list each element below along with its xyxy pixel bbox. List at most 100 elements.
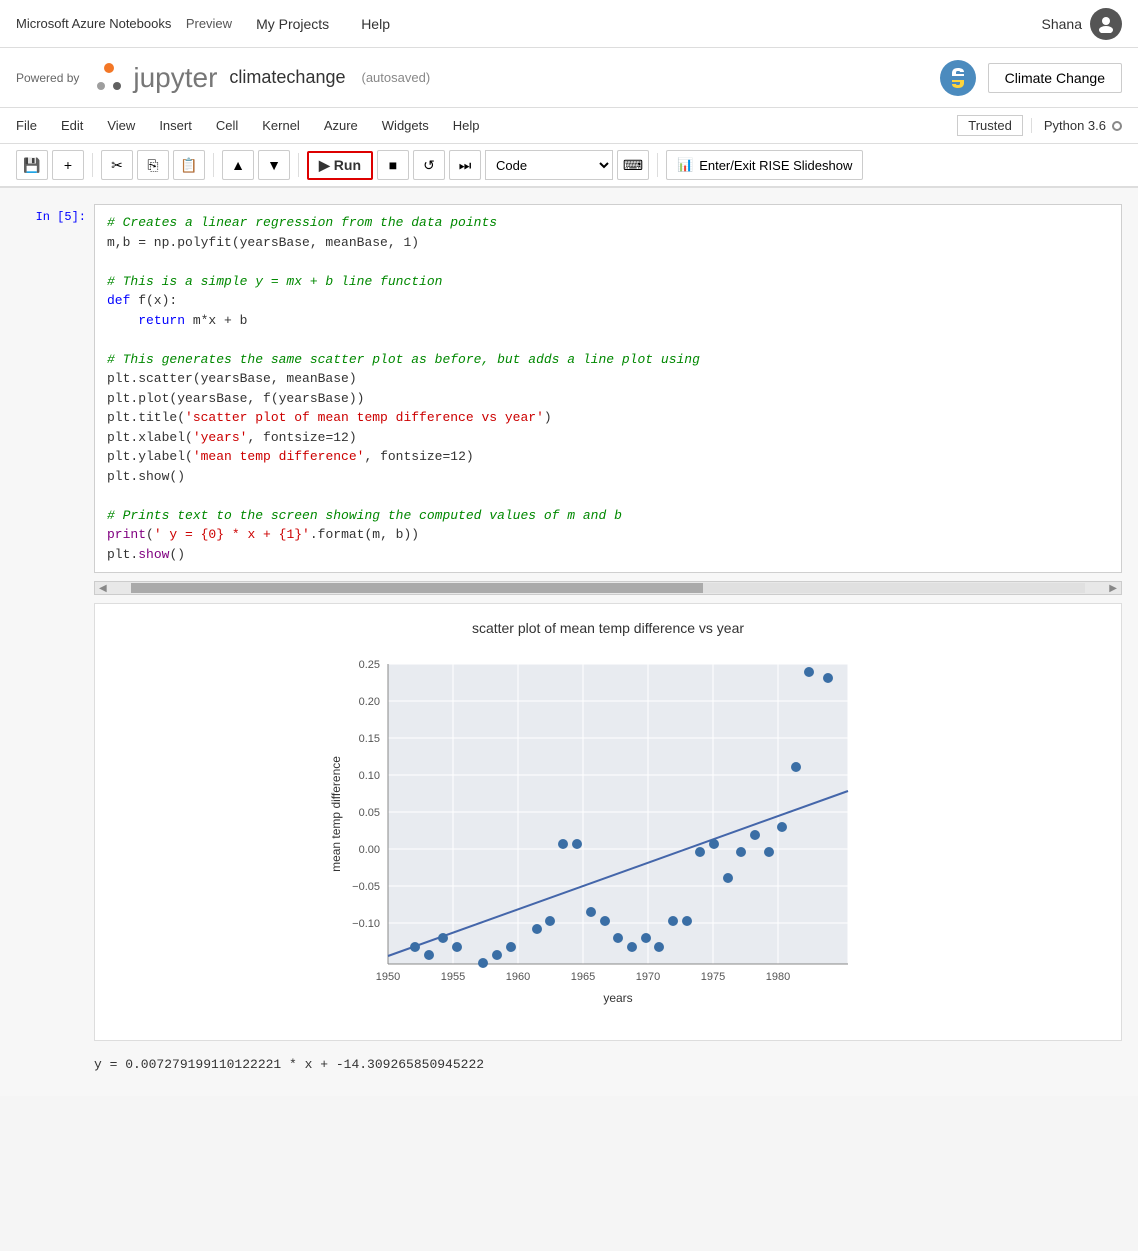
- help-link[interactable]: Help: [361, 16, 390, 32]
- plot-title: scatter plot of mean temp difference vs …: [472, 620, 744, 636]
- code-line-13: plt.ylabel('mean temp difference', fonts…: [107, 447, 1109, 467]
- code-line-7: [107, 330, 1109, 350]
- menu-view[interactable]: View: [107, 118, 135, 133]
- svg-text:0.20: 0.20: [359, 696, 380, 708]
- svg-text:−0.05: −0.05: [352, 881, 380, 893]
- bar-chart-icon: 📊: [677, 157, 693, 173]
- svg-text:0.10: 0.10: [359, 770, 380, 782]
- code-line-18: plt.show(): [107, 545, 1109, 565]
- python-version: Python 3.6: [1031, 118, 1122, 133]
- svg-text:1970: 1970: [636, 971, 660, 983]
- user-section: Shana: [1042, 8, 1122, 40]
- horizontal-scrollbar[interactable]: ◀ ▶: [94, 581, 1122, 595]
- svg-text:−0.10: −0.10: [352, 918, 380, 930]
- plot-output: scatter plot of mean temp difference vs …: [94, 603, 1122, 1041]
- notebook-content: In [5]: # Creates a linear regression fr…: [0, 188, 1138, 1096]
- svg-text:1955: 1955: [441, 971, 465, 983]
- menu-widgets[interactable]: Widgets: [382, 118, 429, 133]
- code-line-3: [107, 252, 1109, 272]
- code-line-5: def f(x):: [107, 291, 1109, 311]
- jupyter-text: jupyter: [133, 62, 217, 94]
- code-line-14: plt.show(): [107, 467, 1109, 487]
- top-nav-links: My Projects Help: [256, 16, 1041, 32]
- svg-text:1960: 1960: [506, 971, 530, 983]
- rise-slideshow-button[interactable]: 📊 Enter/Exit RISE Slideshow: [666, 150, 863, 180]
- svg-text:0.05: 0.05: [359, 807, 380, 819]
- scrollbar-track[interactable]: [131, 583, 1086, 593]
- save-button[interactable]: 💾: [16, 150, 48, 180]
- scroll-right-arrow[interactable]: ▶: [1105, 583, 1121, 594]
- jupyter-icon: [91, 60, 127, 96]
- menu-kernel[interactable]: Kernel: [262, 118, 300, 133]
- scrollbar-thumb[interactable]: [131, 583, 704, 593]
- menu-cell[interactable]: Cell: [216, 118, 238, 133]
- code-line-15: [107, 486, 1109, 506]
- code-line-4: # This is a simple y = mx + b line funct…: [107, 272, 1109, 292]
- svg-text:0.15: 0.15: [359, 733, 380, 745]
- output-text: y = 0.007279199110122221 * x + -14.30926…: [94, 1049, 1122, 1080]
- code-line-17: print(' y = {0} * x + {1}'.format(m, b)): [107, 525, 1109, 545]
- code-line-11: plt.title('scatter plot of mean temp dif…: [107, 408, 1109, 428]
- scroll-left-arrow[interactable]: ◀: [95, 583, 111, 594]
- add-cell-button[interactable]: +: [52, 150, 84, 180]
- code-line-2: m,b = np.polyfit(yearsBase, meanBase, 1): [107, 233, 1109, 253]
- move-down-button[interactable]: ▼: [258, 150, 290, 180]
- move-up-button[interactable]: ▲: [222, 150, 254, 180]
- code-cell[interactable]: # Creates a linear regression from the d…: [94, 204, 1122, 573]
- svg-text:mean temp difference: mean temp difference: [329, 756, 343, 872]
- code-line-9: plt.scatter(yearsBase, meanBase): [107, 369, 1109, 389]
- svg-text:1950: 1950: [376, 971, 400, 983]
- cut-button[interactable]: ✂: [101, 150, 133, 180]
- python-logo: [940, 60, 976, 96]
- restart-button[interactable]: ↺: [413, 150, 445, 180]
- svg-text:0.00: 0.00: [359, 844, 380, 856]
- notebook-name[interactable]: climatechange: [229, 67, 345, 88]
- keyboard-shortcut-button[interactable]: ⌨: [617, 150, 649, 180]
- toolbar-separator-2: [213, 153, 214, 177]
- toolbar-separator-1: [92, 153, 93, 177]
- restart-run-all-button[interactable]: ⏭: [449, 150, 481, 180]
- toolbar: 💾 + ✂ ⎘ 📋 ▲ ▼ ▶ Run ■ ↺ ⏭ CodeMarkdownRa…: [0, 144, 1138, 188]
- code-line-1: # Creates a linear regression from the d…: [107, 213, 1109, 233]
- jupyter-logo: jupyter: [91, 60, 217, 96]
- scatter-plot: 0.25 0.20 0.15 0.10 0.05 0.00 −0.05 −0.1…: [328, 644, 888, 1024]
- svg-text:1980: 1980: [766, 971, 790, 983]
- kernel-status-dot: [1112, 121, 1122, 131]
- menu-bar: File Edit View Insert Cell Kernel Azure …: [0, 108, 1138, 144]
- my-projects-link[interactable]: My Projects: [256, 16, 329, 32]
- menu-azure[interactable]: Azure: [324, 118, 358, 133]
- code-line-6: return m*x + b: [107, 311, 1109, 331]
- code-cell-container: In [5]: # Creates a linear regression fr…: [16, 204, 1122, 573]
- toolbar-separator-4: [657, 153, 658, 177]
- user-avatar[interactable]: [1090, 8, 1122, 40]
- powered-by-label: Powered by: [16, 71, 79, 85]
- code-line-16: # Prints text to the screen showing the …: [107, 506, 1109, 526]
- menu-help[interactable]: Help: [453, 118, 480, 133]
- brand-label: Microsoft Azure Notebooks Preview: [16, 16, 232, 31]
- code-line-10: plt.plot(yearsBase, f(yearsBase)): [107, 389, 1109, 409]
- run-icon: ▶: [319, 157, 330, 174]
- svg-text:1965: 1965: [571, 971, 595, 983]
- code-line-12: plt.xlabel('years', fontsize=12): [107, 428, 1109, 448]
- copy-button[interactable]: ⎘: [137, 150, 169, 180]
- cell-label: In [5]:: [16, 204, 86, 573]
- svg-text:years: years: [603, 991, 632, 1005]
- svg-text:1975: 1975: [701, 971, 725, 983]
- stop-button[interactable]: ■: [377, 150, 409, 180]
- trusted-badge: Trusted: [957, 115, 1023, 136]
- top-nav: Microsoft Azure Notebooks Preview My Pro…: [0, 0, 1138, 48]
- menu-edit[interactable]: Edit: [61, 118, 83, 133]
- jupyter-header: Powered by jupyter climatechange (autosa…: [0, 48, 1138, 108]
- autosaved-label: (autosaved): [362, 70, 431, 85]
- svg-text:0.25: 0.25: [359, 659, 380, 671]
- toolbar-separator-3: [298, 153, 299, 177]
- menu-insert[interactable]: Insert: [159, 118, 192, 133]
- run-button[interactable]: ▶ Run: [307, 151, 373, 180]
- cell-type-select[interactable]: CodeMarkdownRaw NBConvertHeading: [485, 150, 613, 180]
- code-line-8: # This generates the same scatter plot a…: [107, 350, 1109, 370]
- run-label: Run: [334, 157, 361, 173]
- menu-file[interactable]: File: [16, 118, 37, 133]
- user-name: Shana: [1042, 16, 1082, 32]
- paste-button[interactable]: 📋: [173, 150, 205, 180]
- climate-change-button[interactable]: Climate Change: [988, 63, 1122, 93]
